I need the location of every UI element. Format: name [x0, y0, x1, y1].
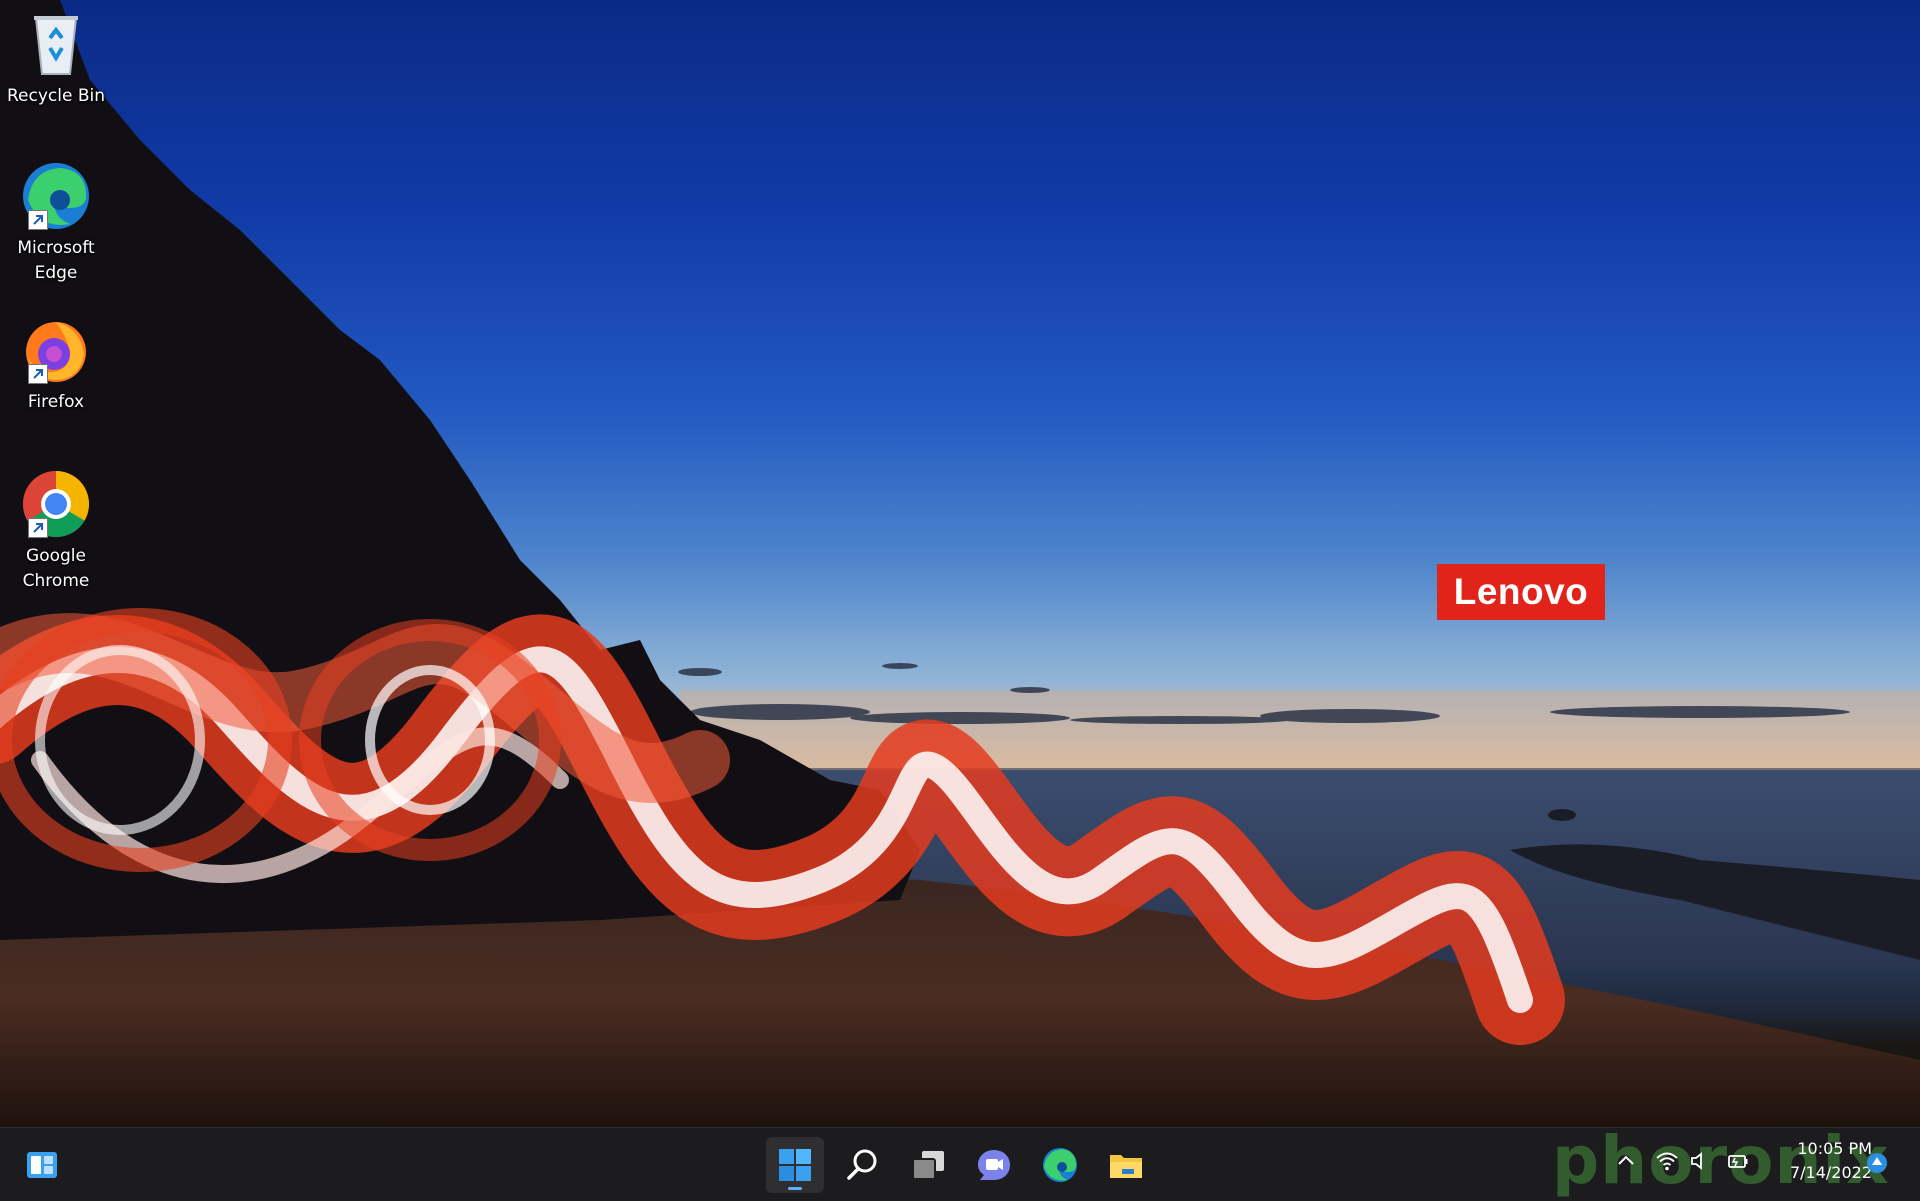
chat-button[interactable] — [965, 1137, 1023, 1193]
widgets-button[interactable] — [13, 1137, 71, 1193]
firefox-icon — [20, 314, 92, 386]
desktop-icon-label: Google Chrome — [22, 546, 90, 591]
desktop-wallpaper: Recycle Bin Microsoft Edge Firefox Googl… — [0, 0, 1920, 1127]
taskbar-clock[interactable]: 10:05 PM 7/14/2022 — [1760, 1137, 1872, 1185]
recycle-bin-icon — [20, 8, 92, 80]
clock-time: 10:05 PM — [1797, 1139, 1872, 1158]
volume-icon[interactable] — [1688, 1149, 1712, 1173]
shortcut-arrow-icon — [28, 364, 48, 384]
desktop-icon-recycle-bin[interactable]: Recycle Bin — [6, 8, 106, 109]
desktop-icon-firefox[interactable]: Firefox — [6, 314, 106, 415]
start-button[interactable] — [766, 1137, 824, 1193]
wifi-icon[interactable] — [1655, 1149, 1679, 1173]
shortcut-arrow-icon — [28, 518, 48, 538]
folder-icon — [1110, 1155, 1142, 1178]
search-icon — [847, 1149, 877, 1180]
lenovo-logo: Lenovo — [1437, 564, 1605, 620]
edge-icon — [1043, 1148, 1077, 1182]
search-button[interactable] — [833, 1137, 891, 1193]
teams-chat-icon — [978, 1150, 1010, 1180]
chrome-icon — [20, 468, 92, 540]
desktop-icon-google-chrome[interactable]: Google Chrome — [6, 468, 106, 594]
wallpaper-art — [0, 0, 1920, 1127]
notification-icon[interactable] — [1865, 1151, 1889, 1175]
desktop-icon-microsoft-edge[interactable]: Microsoft Edge — [6, 160, 106, 286]
shortcut-arrow-icon — [28, 210, 48, 230]
chevron-up-icon[interactable] — [1614, 1149, 1638, 1173]
file-explorer-button[interactable] — [1097, 1137, 1155, 1193]
desktop-icon-label: Microsoft Edge — [17, 238, 95, 283]
widgets-icon — [27, 1152, 57, 1178]
edge-taskbar-button[interactable] — [1031, 1137, 1089, 1193]
desktop-icon-label: Recycle Bin — [6, 86, 105, 106]
battery-icon[interactable] — [1726, 1149, 1750, 1173]
windows-start-icon — [779, 1149, 811, 1181]
task-view-button[interactable] — [899, 1137, 957, 1193]
edge-icon — [20, 160, 92, 232]
task-view-icon — [912, 1151, 944, 1180]
clock-date: 7/14/2022 — [1789, 1163, 1872, 1182]
desktop-icon-label: Firefox — [27, 392, 85, 412]
